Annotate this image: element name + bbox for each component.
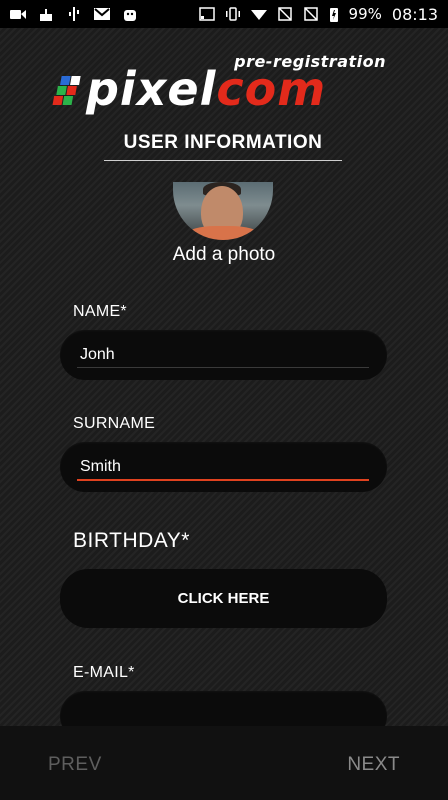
photo-shirt <box>187 226 259 240</box>
battery-charging-icon <box>329 8 338 22</box>
next-button[interactable]: NEXT <box>347 754 400 776</box>
status-bar-left <box>10 0 138 28</box>
surname-label: SURNAME <box>73 415 156 432</box>
status-bar: 99% 08:13 <box>0 0 448 28</box>
logo-squares-icon <box>52 76 81 105</box>
surname-input[interactable] <box>78 454 372 480</box>
bottom-nav-bar: PREV NEXT <box>0 726 448 800</box>
logo-word-pixel: pixel <box>86 62 217 116</box>
logo-wordmark: pixelcom <box>86 62 326 116</box>
name-field-container <box>60 330 387 380</box>
profile-photo[interactable] <box>173 182 273 240</box>
battery-percent: 99% <box>348 5 382 23</box>
video-icon <box>10 10 26 19</box>
cake-icon <box>40 9 52 21</box>
vibrate-icon <box>225 7 240 21</box>
surname-underline-active <box>77 479 369 481</box>
section-title: USER INFORMATION <box>104 132 342 161</box>
birthday-button-label: CLICK HERE <box>177 590 270 607</box>
wifi-icon <box>250 10 267 20</box>
name-label: NAME* <box>73 303 127 320</box>
clock: 08:13 <box>391 4 438 24</box>
logo-word-com: com <box>216 62 327 116</box>
add-photo-link[interactable]: Add a photo <box>148 244 300 266</box>
no-sim-icon <box>303 7 318 21</box>
android-icon <box>124 10 136 21</box>
status-bar-right: 99% 08:13 <box>198 0 438 28</box>
cast-icon <box>198 7 215 21</box>
name-input[interactable] <box>78 342 372 368</box>
pixelcom-logo: pre-registration pixelcom <box>52 52 392 122</box>
prev-button[interactable]: PREV <box>48 754 102 776</box>
no-sim-icon <box>277 7 292 21</box>
birthday-label: BIRTHDAY* <box>73 529 190 552</box>
surname-field-container <box>60 442 387 492</box>
birthday-button[interactable]: CLICK HERE <box>60 569 387 628</box>
usb-icon <box>69 7 79 21</box>
email-label: E-MAIL* <box>73 664 135 681</box>
gmail-icon <box>94 8 110 20</box>
name-underline <box>77 367 369 368</box>
